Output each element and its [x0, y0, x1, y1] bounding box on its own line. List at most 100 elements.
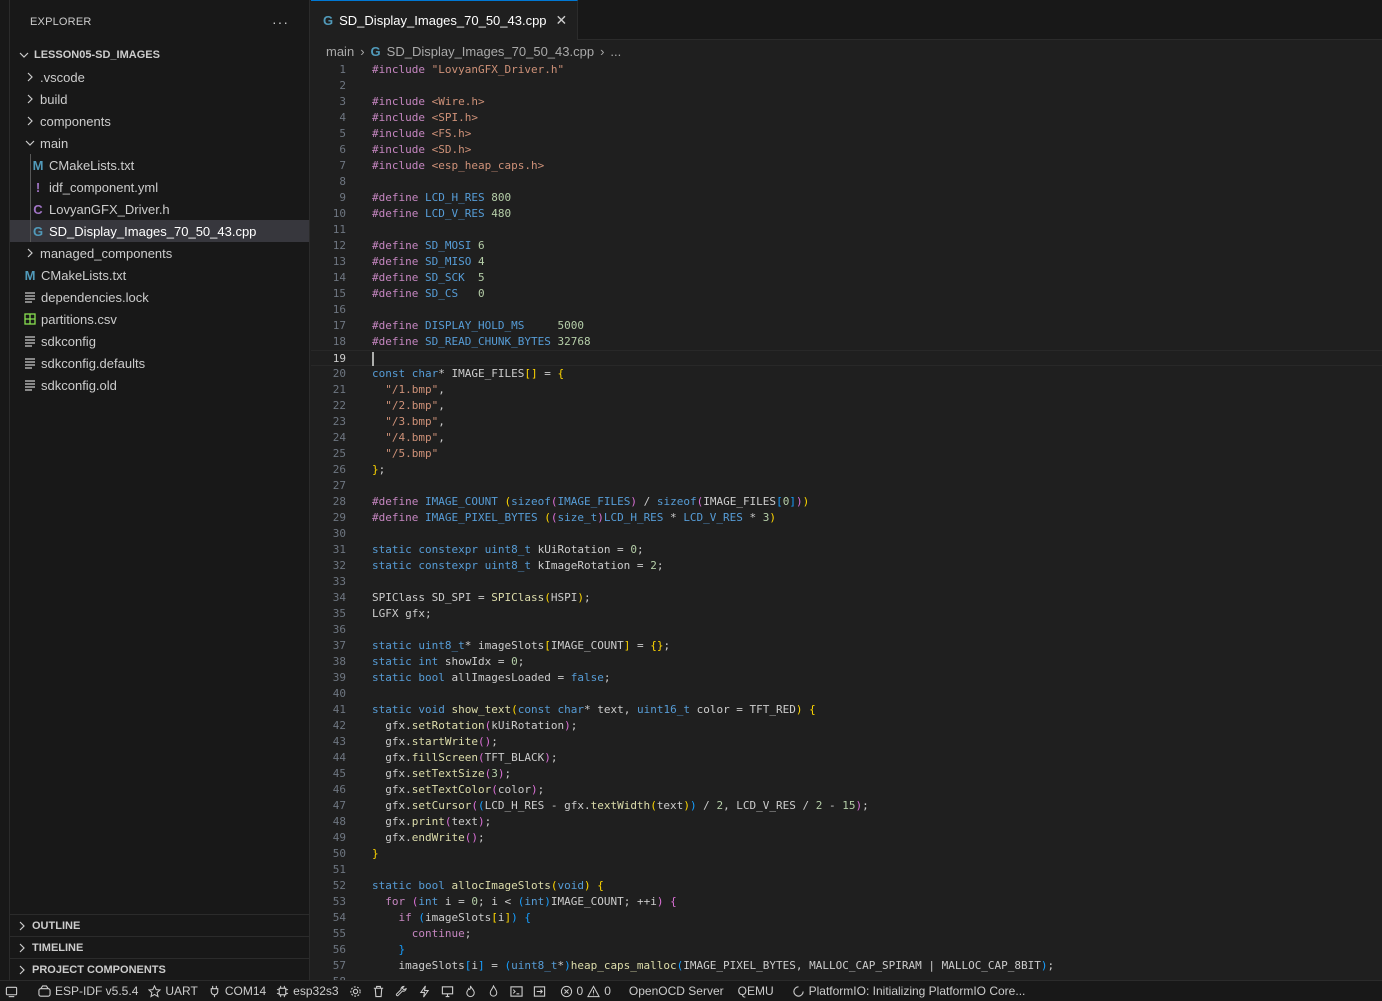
tree-file-root-cmakelists[interactable]: M CMakeLists.txt [10, 264, 309, 286]
tree-folder-build[interactable]: build [10, 88, 309, 110]
flash-button[interactable] [413, 981, 436, 1001]
problems-indicator[interactable]: 0 0 [555, 981, 616, 1001]
sidebar-sections: OUTLINE TIMELINE PROJECT COMPONENTS [10, 914, 309, 980]
settings-button[interactable] [344, 981, 367, 1001]
line-number: 43 [332, 735, 346, 748]
line-number: 49 [332, 831, 346, 844]
tree-folder-components[interactable]: components [10, 110, 309, 132]
build-flash-monitor-button[interactable] [459, 981, 482, 1001]
editor-tab-active[interactable]: G SD_Display_Images_70_50_43.cpp ✕ [311, 0, 579, 40]
code-line: 56 } [311, 942, 1382, 958]
full-clean-button[interactable] [367, 981, 390, 1001]
code-line: 3 #include <Wire.h> [311, 94, 1382, 110]
section-label: PROJECT COMPONENTS [32, 963, 166, 976]
tree-file-sdkconfig[interactable]: sdkconfig [10, 330, 309, 352]
terminal-icon [509, 985, 523, 997]
tree-file-sd-display-images[interactable]: G SD_Display_Images_70_50_43.cpp [10, 220, 309, 242]
code-line: 18 #define SD_READ_CHUNK_BYTES 32768 [311, 334, 1382, 350]
section-timeline[interactable]: TIMELINE [10, 936, 309, 958]
code-line: 17 #define DISPLAY_HOLD_MS 5000 [311, 318, 1382, 334]
section-outline[interactable]: OUTLINE [10, 914, 309, 936]
breadcrumb-folder[interactable]: main [326, 44, 354, 59]
esp-idf-version[interactable]: ESP-IDF v5.5.4 [33, 981, 143, 1001]
tree-file-sdkconfig-defaults[interactable]: sdkconfig.defaults [10, 352, 309, 374]
tree-file-sdkconfig-old[interactable]: sdkconfig.old [10, 374, 309, 396]
tree-item-label: SD_Display_Images_70_50_43.cpp [49, 223, 257, 239]
workspace-folder[interactable]: LESSON05-SD_IMAGES [10, 44, 309, 66]
line-number: 3 [339, 95, 346, 108]
tree-folder-managed-components[interactable]: managed_components [10, 242, 309, 264]
line-number: 44 [332, 751, 346, 764]
terminal-button[interactable] [505, 981, 528, 1001]
openocd-server[interactable]: OpenOCD Server [624, 981, 729, 1001]
close-icon[interactable]: ✕ [556, 12, 568, 29]
line-number: 42 [332, 719, 346, 732]
tree-folder-main[interactable]: main [10, 132, 309, 154]
code-line: 57 imageSlots[i] = (uint8_t*)heap_caps_m… [311, 958, 1382, 974]
export-icon [533, 985, 545, 997]
line-number: 24 [332, 431, 346, 444]
code-line: 37 static uint8_t* imageSlots[IMAGE_COUNT… [311, 638, 1382, 654]
tree-file-main-cmakelists[interactable]: M CMakeLists.txt [10, 154, 309, 176]
error-count: 0 [576, 984, 584, 998]
tree-item-label: idf_component.yml [49, 179, 159, 195]
code-line: 38 static int showIdx = 0; [311, 654, 1382, 670]
spinner-icon [792, 985, 804, 997]
tree-file-partitions-csv[interactable]: partitions.csv [10, 308, 309, 330]
line-number: 22 [332, 399, 346, 412]
chevron-right-icon [22, 245, 38, 261]
line-number: 31 [332, 543, 346, 556]
breadcrumb-more[interactable]: ... [610, 44, 621, 59]
monitor-button[interactable] [436, 981, 459, 1001]
qemu-button[interactable]: QEMU [733, 981, 779, 1001]
run-task-button[interactable] [528, 981, 551, 1001]
line-number: 13 [332, 255, 346, 268]
build-button[interactable] [390, 981, 413, 1001]
tree-item-label: components [40, 113, 111, 129]
code-line: 50} [311, 846, 1382, 862]
target-chip[interactable]: esp32s3 [271, 981, 343, 1001]
tree-item-label: main [40, 135, 69, 151]
cmake-file-icon: M [32, 157, 44, 173]
code-line: 49 gfx.endWrite(); [311, 830, 1382, 846]
breadcrumb-file[interactable]: SD_Display_Images_70_50_43.cpp [387, 44, 594, 59]
debug-button[interactable] [482, 981, 505, 1001]
explorer-title: EXPLORER [30, 16, 92, 28]
code-line: 55 continue; [311, 926, 1382, 942]
uart-label: UART [165, 984, 198, 998]
platformio-status[interactable]: PlatformIO: Initializing PlatformIO Core… [787, 981, 1031, 1001]
code-line: 4 #include <SPI.h> [311, 110, 1382, 126]
section-project-components[interactable]: PROJECT COMPONENTS [10, 958, 309, 980]
tree-file-idf-component[interactable]: ! idf_component.yml [10, 176, 309, 198]
remote-indicator[interactable] [0, 981, 23, 1001]
serial-port[interactable]: COM14 [203, 981, 271, 1001]
chevron-down-icon [16, 47, 32, 63]
code-editor[interactable]: 1 #include "LovyanGFX_Driver.h" 2 3 #inclu… [311, 62, 1382, 980]
workspace-folder-label: LESSON05-SD_IMAGES [34, 49, 160, 61]
line-number: 41 [332, 703, 346, 716]
chevron-right-icon [22, 91, 38, 107]
code-line: 24 "/4.bmp", [311, 430, 1382, 446]
breadcrumb: main › G SD_Display_Images_70_50_43.cpp … [311, 40, 1382, 62]
tree-item-label: CMakeLists.txt [41, 267, 127, 283]
tree-file-lovyangfx-driver[interactable]: C LovyanGFX_Driver.h [10, 198, 309, 220]
line-number: 28 [332, 495, 346, 508]
flame-icon [465, 985, 475, 997]
code-line: 8 [311, 174, 1382, 190]
text-file-icon [22, 291, 38, 303]
uart-flash-method[interactable]: UART [143, 981, 202, 1001]
line-number: 7 [339, 159, 346, 172]
chip-icon [277, 985, 289, 997]
code-line: 1 #include "LovyanGFX_Driver.h" [311, 62, 1382, 78]
lightning-icon [419, 985, 429, 997]
tree-item-label: sdkconfig [41, 333, 96, 349]
line-number: 51 [332, 863, 346, 876]
wrench-icon [395, 985, 407, 996]
more-actions-icon[interactable]: ··· [272, 14, 289, 30]
tree-folder-vscode[interactable]: .vscode [10, 66, 309, 88]
tree-file-dependencies-lock[interactable]: dependencies.lock [10, 286, 309, 308]
line-number: 39 [332, 671, 346, 684]
line-number: 16 [332, 303, 346, 316]
code-line: 23 "/3.bmp", [311, 414, 1382, 430]
tree-item-label: sdkconfig.defaults [41, 355, 146, 371]
